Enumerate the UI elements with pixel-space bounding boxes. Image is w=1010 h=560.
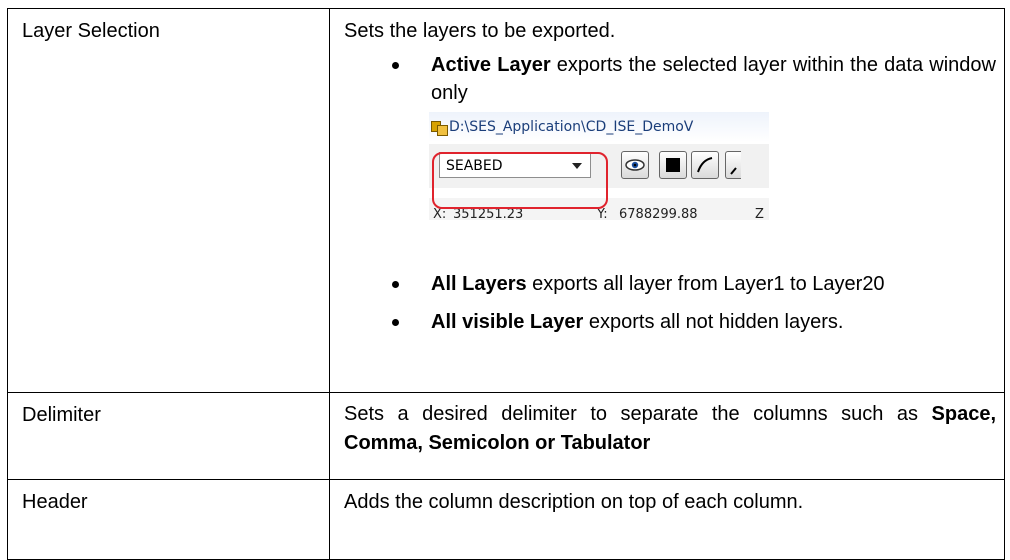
curve-line-icon — [697, 157, 713, 173]
list-item: All Layers exports all layer from Layer1… — [344, 270, 996, 298]
row-label: Header — [22, 491, 88, 513]
option-list: Active Layer exports the selected layer … — [344, 51, 996, 336]
bullet-icon — [392, 62, 399, 69]
bullet-icon — [392, 281, 399, 288]
window-path: D:\SES_Application\CD_ISE_DemoV — [449, 119, 694, 135]
highlight-frame — [432, 152, 608, 209]
row-intro: Sets the layers to be exported. — [344, 20, 616, 42]
table-cell-label: Header — [7, 479, 330, 560]
row-label: Layer Selection — [22, 20, 160, 42]
parameter-table: Layer Selection Sets the layers to be ex… — [7, 8, 1005, 560]
table-cell-description: Sets a desired delimiter to separate the… — [329, 392, 1005, 480]
bullet-icon — [392, 319, 399, 326]
tool-icon — [730, 167, 737, 175]
table-row: Layer Selection Sets the layers to be ex… — [7, 8, 1005, 393]
list-item: All visible Layer exports all not hidden… — [344, 308, 996, 336]
toolbar-overflow-button[interactable] — [725, 151, 741, 179]
table-cell-description: Sets the layers to be exported. Active L… — [329, 8, 1005, 393]
row-label: Delimiter — [22, 404, 101, 426]
row-description: Sets the layers to be exported. Active L… — [330, 9, 1004, 336]
row-text: Sets a desired delimiter to separate the… — [344, 403, 932, 425]
option-name: All Layers — [431, 273, 527, 295]
list-item: Active Layer exports the selected layer … — [344, 51, 996, 262]
option-name: Active Layer — [431, 54, 551, 76]
y-value: 6788299.88 — [619, 207, 698, 222]
table-cell-label: Delimiter — [7, 392, 330, 480]
table-row: Delimiter Sets a desired delimiter to se… — [7, 392, 1005, 480]
option-text: exports all layer from Layer1 to Layer20 — [526, 273, 885, 295]
visibility-toggle-button[interactable] — [621, 151, 649, 179]
eye-icon — [625, 159, 645, 171]
table-cell-description: Adds the column description on top of ea… — [329, 479, 1005, 560]
fill-color-button[interactable] — [659, 151, 687, 179]
option-name: All visible Layer — [431, 311, 584, 333]
table-cell-label: Layer Selection — [7, 8, 330, 393]
option-text: exports all not hidden layers. — [583, 311, 844, 333]
application-icon — [431, 119, 448, 136]
black-square-icon — [666, 158, 680, 172]
line-style-button[interactable] — [691, 151, 719, 179]
embedded-screenshot: D:\SES_Application\CD_ISE_DemoV SEABED X… — [429, 112, 769, 262]
row-description: Adds the column description on top of ea… — [344, 491, 804, 513]
window-title-bar: D:\SES_Application\CD_ISE_DemoV — [429, 112, 769, 142]
row-description: Sets a desired delimiter to separate the… — [330, 393, 1004, 458]
z-label: Z — [755, 207, 764, 222]
table-row: Header Adds the column description on to… — [7, 479, 1005, 560]
